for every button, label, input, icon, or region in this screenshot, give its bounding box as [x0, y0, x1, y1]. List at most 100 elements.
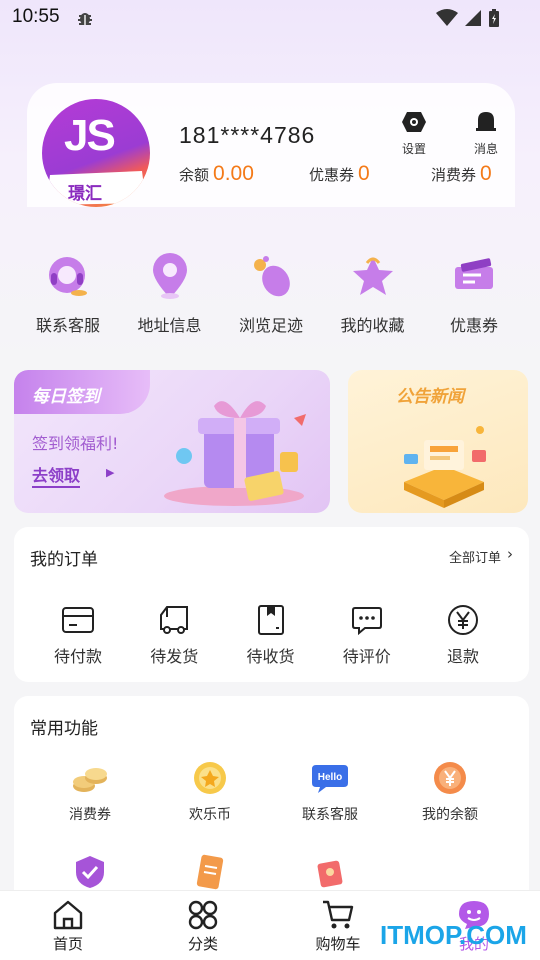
nav-label: 首页	[52, 935, 83, 953]
coupon-stat[interactable]: 优惠券 0	[309, 162, 370, 186]
function-label: 联系客服	[302, 807, 358, 823]
quick-link-customer-service[interactable]: 联系客服	[18, 250, 118, 336]
quick-link-address[interactable]: 地址信息	[120, 250, 220, 336]
order-pending-review[interactable]: 待评价	[319, 603, 415, 667]
order-refund[interactable]: 退款	[415, 603, 511, 667]
shield-icon	[76, 856, 104, 888]
grid-icon	[188, 900, 218, 930]
play-arrow-icon: ▶	[106, 466, 115, 479]
gold-coin-icon	[194, 762, 226, 794]
function-row2-gift[interactable]	[270, 852, 390, 892]
all-orders-link[interactable]: 全部订单	[449, 547, 501, 566]
sign-claim-link[interactable]: 去领取	[32, 462, 81, 488]
news-banner-title: 公告新闻	[396, 387, 464, 407]
footprint-icon	[254, 256, 290, 297]
quick-link-label: 地址信息	[137, 316, 202, 335]
voucher-stat[interactable]: 消费券 0	[431, 162, 492, 186]
news-banner[interactable]: 公告新闻	[348, 370, 528, 513]
wallet-icon	[62, 607, 94, 633]
quick-link-favorites[interactable]: 我的收藏	[323, 250, 423, 336]
user-phone: 181****4786	[179, 122, 316, 148]
voucher-value: 0	[480, 162, 492, 185]
signal-icon	[465, 10, 481, 26]
battery-icon	[489, 9, 499, 27]
wifi-icon	[436, 9, 458, 26]
svg-text:Hello: Hello	[318, 772, 342, 783]
nav-cart[interactable]: 购物车	[298, 899, 378, 954]
functions-title: 常用功能	[30, 719, 98, 739]
function-happy-coins[interactable]: 欢乐币	[150, 758, 270, 824]
quick-link-label: 优惠券	[449, 316, 498, 335]
coupon-label: 优惠券	[309, 166, 355, 184]
settings-button[interactable]: 设置	[394, 110, 434, 157]
avatar[interactable]: JS 璟汇	[42, 99, 150, 207]
order-status-label: 待评价	[342, 647, 391, 666]
messages-label: 消息	[473, 142, 498, 156]
common-functions-card: 常用功能 消费券 欢乐币 Hello 联系客服 我的余额	[14, 696, 529, 906]
yen-circle-icon	[448, 605, 478, 635]
order-status-label: 待收货	[246, 647, 295, 666]
gear-icon	[402, 112, 426, 132]
nav-label: 购物车	[315, 935, 361, 953]
order-pending-shipment[interactable]: 待发货	[126, 603, 222, 667]
order-status-row: 待付款 待发货 待收货 待评价 退款	[30, 603, 511, 667]
truck-icon	[160, 606, 189, 634]
status-bar: 10:55	[0, 0, 540, 36]
order-pending-payment[interactable]: 待付款	[30, 603, 126, 667]
sign-banner-subtitle: 签到领福利!	[32, 434, 119, 453]
bell-icon	[476, 112, 496, 131]
avatar-brand: 璟汇	[68, 184, 102, 204]
order-status-label: 待发货	[150, 647, 199, 666]
sign-banner-title: 每日签到	[32, 387, 100, 407]
settings-label: 设置	[401, 142, 426, 156]
orders-card: 我的订单 全部订单 › 待付款 待发货 待收货 待评价 退款	[14, 527, 529, 682]
quick-link-label: 联系客服	[35, 316, 100, 335]
function-row2-shield[interactable]	[30, 852, 150, 892]
order-status-label: 退款	[446, 647, 479, 666]
balance-stat[interactable]: 余额 0.00	[179, 162, 254, 186]
status-time: 10:55	[12, 6, 60, 27]
voucher-label: 消费券	[431, 166, 477, 184]
package-icon	[257, 605, 284, 635]
quick-link-label: 浏览足迹	[238, 316, 303, 335]
location-pin-icon	[152, 253, 187, 299]
quick-links: 联系客服 地址信息 浏览足迹 我的收藏 优惠券	[18, 250, 524, 336]
function-label: 我的余额	[422, 807, 478, 823]
yen-coin-icon	[434, 762, 466, 794]
cart-icon	[323, 900, 354, 929]
functions-grid: 消费券 欢乐币 Hello 联系客服 我的余额	[30, 758, 510, 892]
messages-button[interactable]: 消息	[466, 110, 506, 157]
order-pending-receipt[interactable]: 待收货	[223, 603, 319, 667]
coupon-value: 0	[358, 162, 370, 185]
quick-link-history[interactable]: 浏览足迹	[221, 250, 321, 336]
bug-icon	[78, 13, 92, 25]
star-icon	[352, 257, 393, 295]
home-icon	[53, 900, 83, 930]
quick-link-coupons[interactable]: 优惠券	[424, 250, 524, 336]
news-illustration	[404, 426, 486, 508]
function-row2-document[interactable]	[150, 852, 270, 892]
function-my-balance[interactable]: 我的余额	[390, 758, 510, 824]
nav-label: 分类	[187, 935, 218, 953]
nav-categories[interactable]: 分类	[163, 899, 243, 954]
quick-link-label: 我的收藏	[340, 316, 405, 335]
function-label: 欢乐币	[189, 807, 231, 823]
coupon-icon	[455, 258, 493, 289]
nav-home[interactable]: 首页	[28, 899, 108, 954]
hello-bubble-icon: Hello	[312, 765, 348, 793]
gift-box-illustration	[164, 401, 306, 506]
daily-sign-in-banner[interactable]: 每日签到 签到领福利! 去领取 ▶	[14, 370, 330, 513]
chevron-right-icon: ›	[507, 545, 513, 563]
watermark-text: ITMOP.COM	[380, 920, 527, 950]
headset-icon	[49, 257, 87, 296]
order-status-label: 待付款	[53, 647, 102, 666]
function-vouchers[interactable]: 消费券	[30, 758, 150, 824]
document-icon	[196, 854, 224, 890]
avatar-logo-text: JS	[64, 111, 116, 160]
function-customer-service[interactable]: Hello 联系客服	[270, 758, 390, 824]
function-label: 消费券	[69, 807, 111, 823]
orders-title: 我的订单	[30, 550, 98, 570]
status-icons	[436, 8, 500, 28]
red-packet-icon	[317, 860, 343, 888]
chat-bubble-icon	[351, 607, 382, 635]
